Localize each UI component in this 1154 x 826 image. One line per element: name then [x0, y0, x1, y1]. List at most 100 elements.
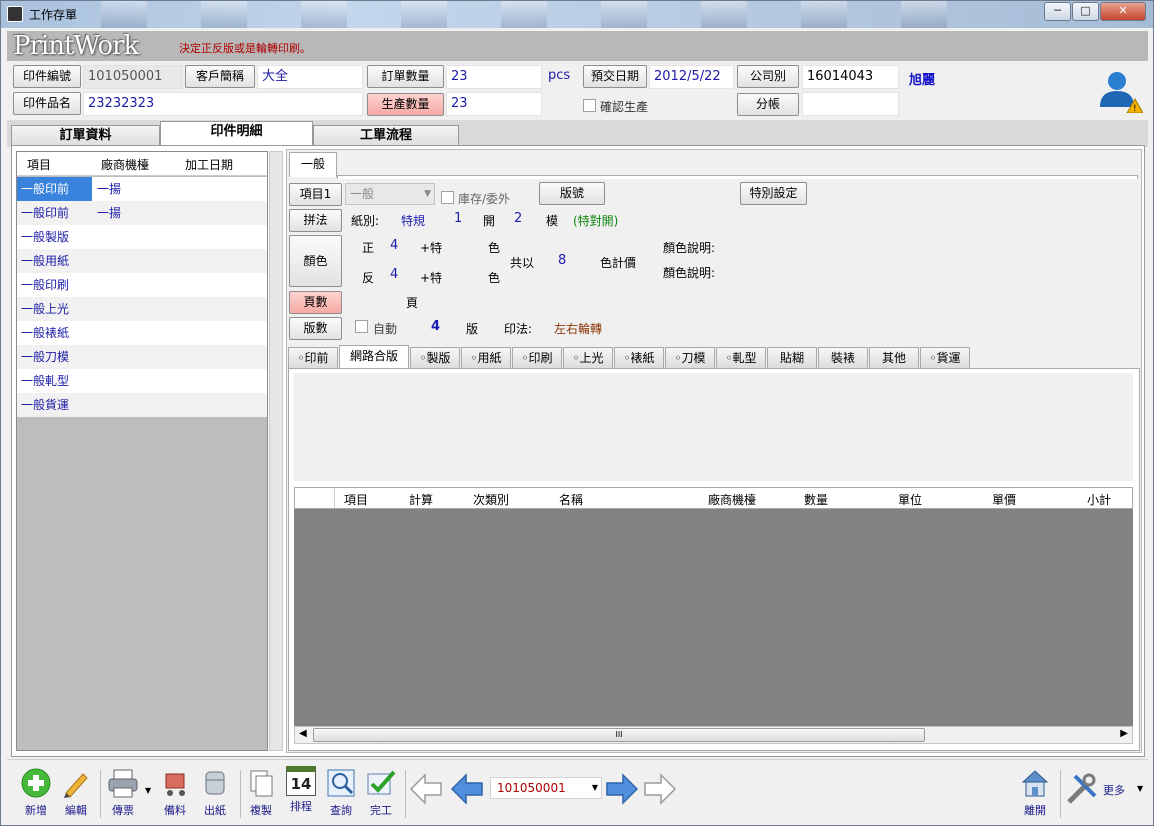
due-date-button[interactable]: 預交日期	[583, 65, 647, 88]
plates-count[interactable]: 4	[431, 319, 440, 334]
complete-button[interactable]: 完工	[363, 766, 399, 818]
order-qty-field[interactable]: 23	[446, 65, 542, 89]
front-count[interactable]: 4	[390, 238, 398, 253]
last-record-icon[interactable]	[643, 772, 677, 806]
tab-print-detail[interactable]: 印件明細	[160, 121, 313, 145]
material-button[interactable]: 備料	[157, 766, 193, 818]
list-item[interactable]: 一般印刷	[17, 273, 267, 297]
subtab-7[interactable]: ◦刀模	[665, 347, 715, 369]
subtab-10[interactable]: 裝裱	[818, 347, 868, 369]
subtab-12[interactable]: ◦貨運	[920, 347, 970, 369]
add-button[interactable]: 新增	[19, 766, 53, 818]
col-item[interactable]: 項目	[27, 156, 51, 173]
list-item[interactable]: 一般貨運	[17, 393, 267, 417]
list-item[interactable]: 一般裱紙	[17, 321, 267, 345]
item1-select[interactable]: 一般 ▼	[345, 183, 435, 205]
plate-no-button[interactable]: 版號	[539, 182, 605, 205]
schedule-button[interactable]: 14 排程	[283, 766, 319, 814]
col-date[interactable]: 加工日期	[185, 156, 233, 173]
open-count[interactable]: 1	[454, 211, 462, 226]
mo-count[interactable]: 2	[514, 211, 522, 226]
tools-icon[interactable]	[1065, 772, 1099, 806]
prod-qty-button[interactable]: 生產數量	[367, 93, 444, 116]
col-grid-subtotal[interactable]: 小計	[1087, 491, 1111, 508]
special-setting-button[interactable]: 特別設定	[740, 182, 807, 205]
due-date-field[interactable]: 2012/5/22	[649, 65, 734, 89]
scroll-thumb[interactable]: III	[313, 728, 925, 742]
left-scrollbar[interactable]	[269, 151, 283, 751]
col-grid-item[interactable]: 項目	[344, 491, 368, 508]
subtab-1[interactable]: 網路合版	[339, 345, 409, 369]
account-field[interactable]	[802, 92, 899, 116]
voucher-dropdown-icon[interactable]: ▼	[145, 786, 151, 795]
company-field[interactable]: 16014043	[802, 65, 899, 89]
col-grid-unit[interactable]: 單位	[898, 491, 922, 508]
minimize-button[interactable]: ─	[1044, 2, 1071, 21]
order-qty-button[interactable]: 訂單數量	[367, 65, 444, 88]
copy-button[interactable]: 複製	[243, 766, 279, 818]
plates-button[interactable]: 版數	[289, 317, 342, 340]
list-item[interactable]: 一般上光	[17, 297, 267, 321]
record-selector[interactable]: 101050001 ▼	[490, 777, 602, 799]
edit-button[interactable]: 編輯	[59, 766, 93, 818]
col-vendor[interactable]: 廠商機檯	[101, 156, 149, 173]
col-grid-vendor[interactable]: 廠商機檯	[708, 491, 756, 508]
print-no-button[interactable]: 印件編號	[13, 65, 81, 88]
scroll-left-icon[interactable]: ◀	[299, 728, 307, 739]
account-button[interactable]: 分帳	[737, 93, 799, 116]
subtab-2[interactable]: ◦製版	[410, 347, 460, 369]
voucher-button[interactable]: 傳票	[105, 766, 141, 818]
print-no-field[interactable]: 101050001	[83, 65, 183, 89]
paper-out-button[interactable]: 出紙	[197, 766, 233, 818]
list-item[interactable]: 一般印前 一揚	[17, 177, 267, 201]
subtab-0[interactable]: ◦印前	[288, 347, 338, 369]
more-label[interactable]: 更多	[1103, 782, 1125, 798]
prev-record-icon[interactable]	[450, 772, 484, 806]
subtab-5[interactable]: ◦上光	[563, 347, 613, 369]
list-item[interactable]: 一般印前 一揚	[17, 201, 267, 225]
col-grid-calc[interactable]: 計算	[409, 491, 433, 508]
first-record-icon[interactable]	[409, 772, 443, 806]
method-value[interactable]: 左右輪轉	[554, 320, 602, 337]
subtab-4[interactable]: ◦印刷	[512, 347, 562, 369]
subtab-3[interactable]: ◦用紙	[461, 347, 511, 369]
maximize-button[interactable]: □	[1072, 2, 1099, 21]
company-button[interactable]: 公司別	[737, 65, 799, 88]
grid-hscrollbar[interactable]: ◀ III ▶	[294, 726, 1133, 744]
print-name-field[interactable]: 23232323	[83, 92, 363, 116]
col-grid-qty[interactable]: 數量	[804, 491, 828, 508]
confirm-checkbox[interactable]	[583, 99, 596, 112]
tab-work-flow[interactable]: 工單流程	[313, 125, 459, 146]
list-item[interactable]: 一般刀模	[17, 345, 267, 369]
col-grid-subcat[interactable]: 次類別	[473, 491, 509, 508]
scroll-right-icon[interactable]: ▶	[1120, 728, 1128, 739]
print-name-button[interactable]: 印件品名	[13, 92, 81, 115]
more-dropdown-icon[interactable]: ▼	[1137, 784, 1143, 793]
col-grid-name[interactable]: 名稱	[559, 491, 583, 508]
item1-button[interactable]: 項目1	[289, 183, 342, 206]
auto-checkbox[interactable]	[355, 320, 368, 333]
list-item[interactable]: 一般用紙	[17, 249, 267, 273]
paper-value[interactable]: 特規	[401, 212, 425, 229]
next-record-icon[interactable]	[605, 772, 639, 806]
list-item[interactable]: 一般軋型	[17, 369, 267, 393]
list-item[interactable]: 一般製版	[17, 225, 267, 249]
tab-general[interactable]: 一般	[289, 152, 337, 177]
prod-qty-field[interactable]: 23	[446, 92, 542, 116]
user-warning-icon[interactable]: !	[1097, 67, 1144, 114]
col-grid-price[interactable]: 單價	[992, 491, 1016, 508]
subtab-11[interactable]: 其他	[869, 347, 919, 369]
subtab-6[interactable]: ◦裱紙	[614, 347, 664, 369]
exit-button[interactable]: 離開	[1017, 766, 1053, 818]
customer-button[interactable]: 客戶簡稱	[185, 65, 255, 88]
layout-button[interactable]: 拼法	[289, 209, 342, 232]
subtab-8[interactable]: ◦軋型	[716, 347, 766, 369]
subtab-9[interactable]: 貼糊	[767, 347, 817, 369]
customer-field[interactable]: 大全	[257, 65, 363, 89]
color-button[interactable]: 顏色	[289, 235, 342, 287]
pages-button[interactable]: 頁數	[289, 291, 342, 314]
back-count[interactable]: 4	[390, 267, 398, 282]
tab-order-data[interactable]: 訂單資料	[11, 125, 160, 146]
close-button[interactable]: ✕	[1100, 2, 1146, 21]
stock-checkbox[interactable]	[441, 191, 454, 204]
